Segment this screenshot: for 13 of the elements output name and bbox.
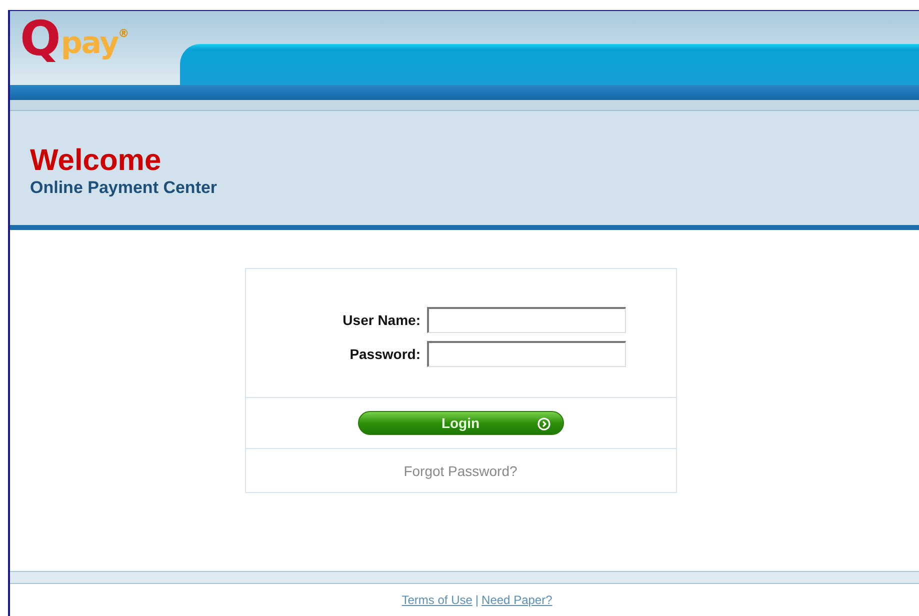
- input-field[interactable]: [426, 341, 626, 367]
- footer-link[interactable]: Terms of Use: [402, 593, 472, 607]
- logo: Qpay®: [20, 15, 130, 63]
- link-separator: |: [475, 593, 479, 607]
- footer-link[interactable]: Need Paper?: [482, 593, 552, 607]
- welcome-subtitle: Online Payment Center: [30, 178, 218, 198]
- arrow-circle-icon: [536, 417, 550, 431]
- welcome-title: Welcome: [30, 144, 162, 178]
- field-label: User Name:: [342, 312, 420, 328]
- login-button[interactable]: Login: [358, 411, 564, 435]
- input-field[interactable]: [426, 307, 626, 333]
- forgot-password-link[interactable]: Forgot Password?: [404, 462, 518, 478]
- field-label: Password:: [350, 346, 420, 362]
